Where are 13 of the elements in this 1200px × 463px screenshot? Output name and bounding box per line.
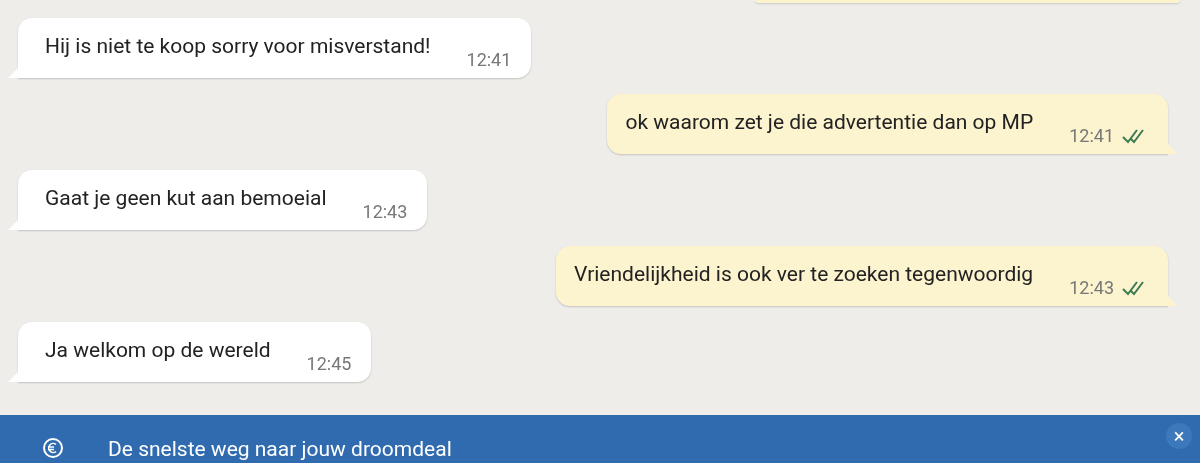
euro-coin-icon [42,437,64,459]
message-time: 12:45 [306,353,352,374]
message-time: 12:41 [466,49,512,70]
message-time: 12:43 [1069,277,1114,298]
message-text: Vriendelijkheid is ook ver te zoeken tegenwoordig [574,262,1034,286]
message-time: 12:41 [1069,125,1114,146]
message-text: Ja welkom op de wereld [45,338,271,362]
message-time: 12:43 [362,201,408,222]
message-text: Hij is niet te koop sorry voor misverstand! [45,34,431,58]
message-text: Gaat je geen kut aan bemoeial [45,186,327,210]
close-button[interactable]: × [1166,423,1192,449]
message-text: ok waarom zet je die advertentie dan op MP [625,110,1034,134]
banner-text: De snelste weg naar jouw droomdeal [108,437,452,461]
